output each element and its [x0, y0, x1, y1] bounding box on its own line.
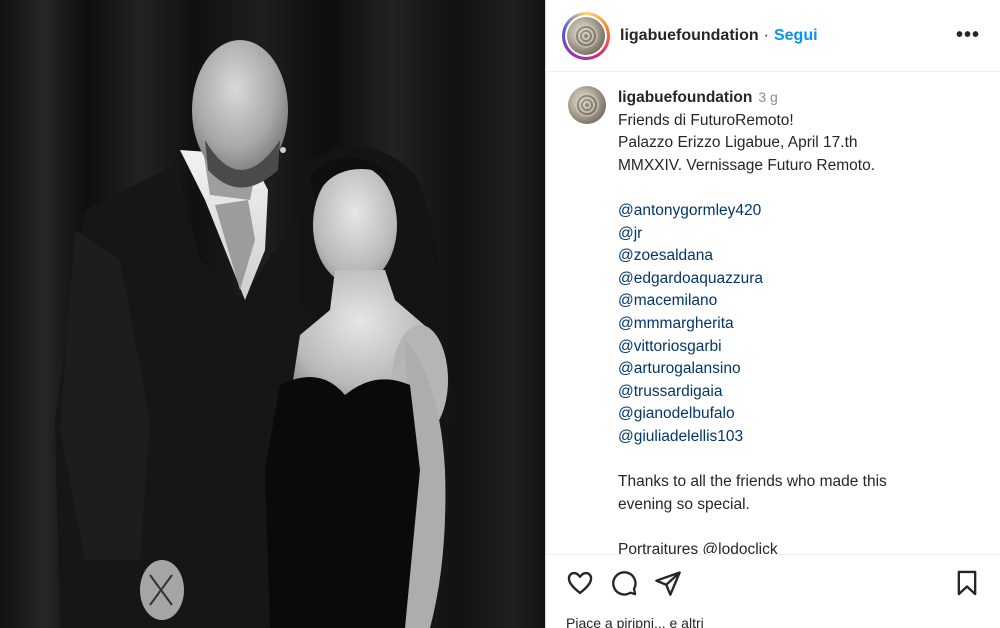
caption-username[interactable]: ligabuefoundation — [618, 89, 752, 106]
mention-link[interactable]: @giuliadelellis103 — [618, 426, 887, 449]
mention-link[interactable]: @vittoriosgarbi — [618, 336, 887, 359]
caption-area[interactable]: ligabuefoundation 3 g Friends di FuturoRe… — [546, 86, 1000, 554]
caption-line-1: Friends di FuturoRemoto! — [618, 111, 794, 129]
heart-icon[interactable] — [566, 569, 594, 597]
post-header: ligabuefoundation · Segui ••• — [546, 0, 1000, 72]
caption-line-3: MMXXIV. Vernissage Futuro Remoto. — [618, 156, 876, 174]
more-options-icon[interactable]: ••• — [956, 24, 980, 47]
bookmark-icon[interactable] — [953, 569, 981, 597]
mention-link[interactable]: @arturogalansino — [618, 358, 887, 381]
mention-link[interactable]: @zoesaldana — [618, 245, 887, 268]
post-sidebar: ligabuefoundation · Segui ••• ligabuefou… — [545, 0, 1000, 628]
caption-avatar[interactable] — [568, 86, 606, 124]
mention-link[interactable]: @jr — [618, 223, 887, 246]
mention-link[interactable]: @antonygormley420 — [618, 200, 887, 223]
likes-text[interactable]: Piace a piripni... e altri — [566, 615, 704, 628]
mention-link[interactable]: @mmmargherita — [618, 313, 887, 336]
avatar-image — [567, 16, 605, 55]
caption-time[interactable]: 3 g — [758, 89, 777, 105]
caption-row: ligabuefoundation 3 g Friends di FuturoRe… — [568, 86, 985, 554]
header-username[interactable]: ligabuefoundation — [620, 27, 759, 45]
mention-link[interactable]: @macemilano — [618, 290, 887, 313]
mention-link[interactable]: @gianodelbufalo — [618, 403, 887, 426]
profile-avatar[interactable] — [562, 11, 610, 60]
caption-text: ligabuefoundation 3 g Friends di FuturoRe… — [618, 86, 887, 554]
thanks-line-1: Thanks to all the friends who made this — [618, 473, 887, 491]
avatar-frame — [565, 14, 607, 57]
portraitures-line: Portraitures @lodoclick — [618, 540, 778, 554]
portrait-image — [0, 0, 545, 628]
mention-link[interactable]: @trussardigaia — [618, 381, 887, 404]
thanks-line-2: evening so special. — [618, 495, 750, 513]
caption-line-2: Palazzo Erizzo Ligabue, April 17.th — [618, 134, 858, 152]
post-photo[interactable] — [0, 0, 545, 628]
share-icon[interactable] — [654, 569, 682, 597]
mention-link[interactable]: @edgardoaquazzura — [618, 268, 887, 291]
header-separator: · — [763, 26, 769, 44]
action-icons — [566, 555, 981, 611]
comment-icon[interactable] — [610, 569, 638, 597]
post-actions: Piace a piripni... e altri — [546, 554, 1000, 628]
follow-button[interactable]: Segui — [774, 27, 818, 45]
